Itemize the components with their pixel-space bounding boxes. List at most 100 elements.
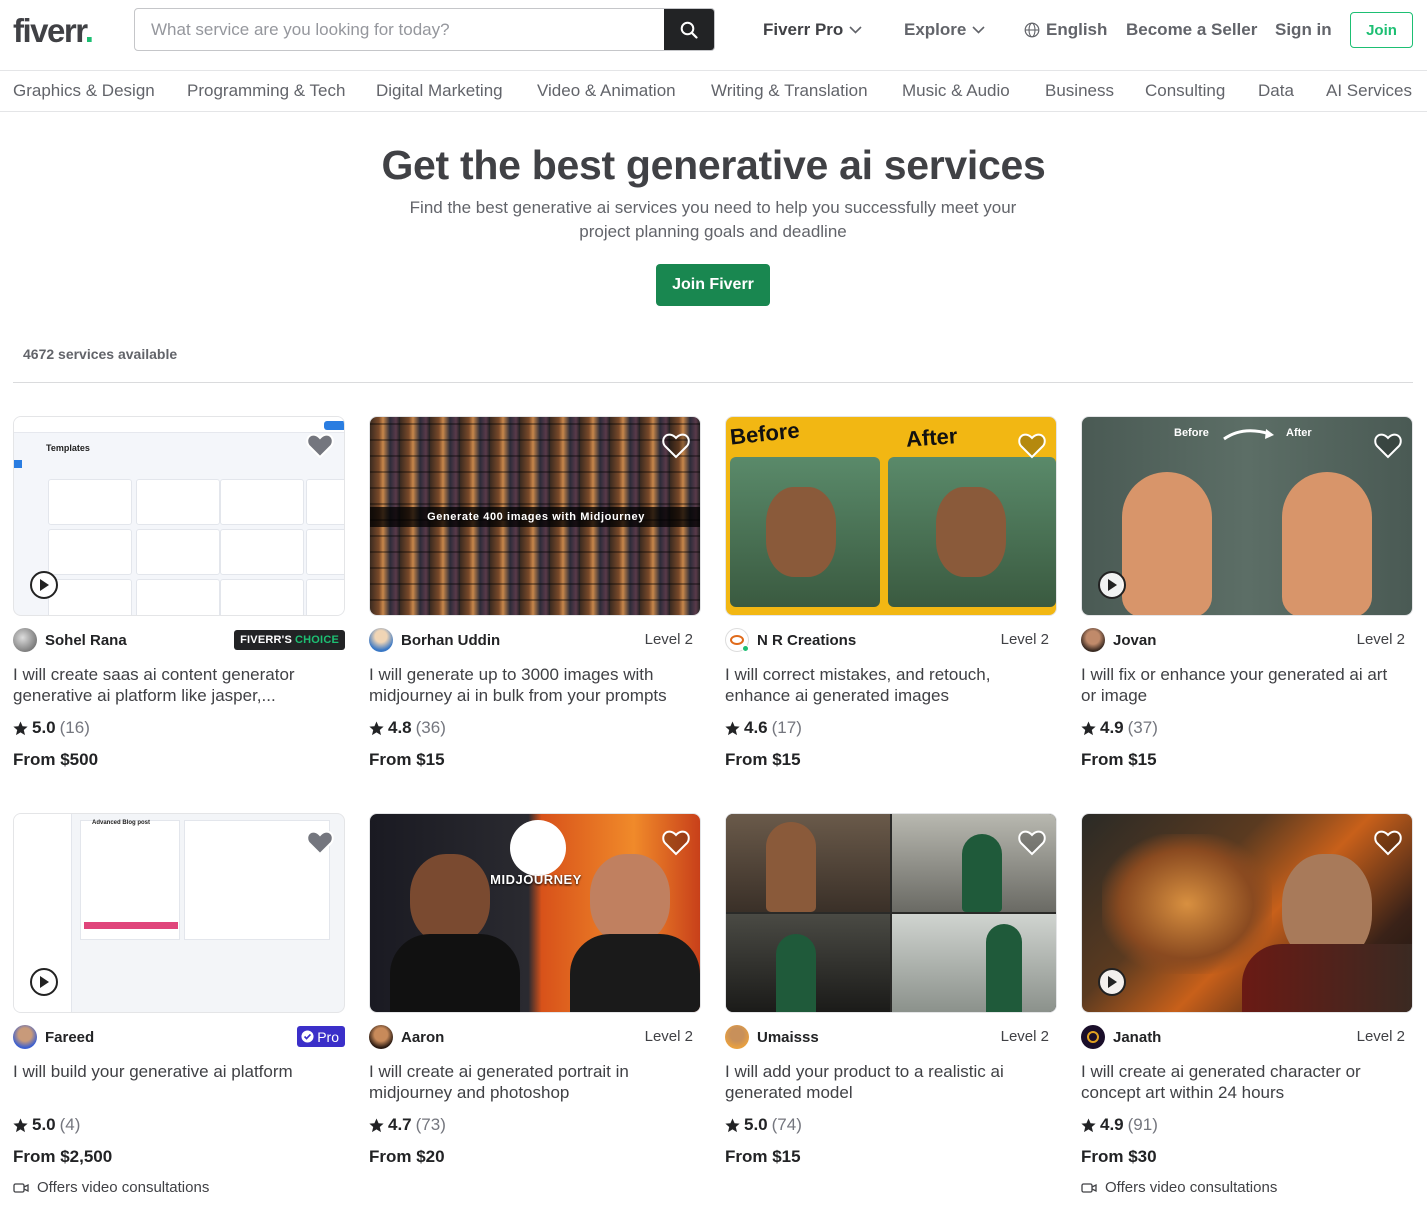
avatar[interactable] — [369, 628, 393, 652]
avatar[interactable] — [1081, 1025, 1105, 1049]
play-icon[interactable] — [1098, 968, 1126, 996]
seller-name[interactable]: Janath — [1113, 1029, 1161, 1046]
seller-name[interactable]: Borhan Uddin — [401, 632, 500, 649]
heart-icon[interactable] — [306, 830, 334, 856]
seller-name[interactable]: Sohel Rana — [45, 632, 127, 649]
gig-title[interactable]: I will correct mistakes, and retouch, en… — [725, 664, 1045, 706]
gig-thumbnail[interactable]: MIDJOURNEY — [369, 813, 701, 1013]
category-consulting[interactable]: Consulting — [1145, 81, 1225, 101]
heart-icon[interactable] — [1018, 830, 1046, 856]
rating-count: (73) — [415, 1115, 446, 1134]
star-icon — [13, 720, 28, 735]
search-bar — [134, 8, 715, 51]
thumb-heading: Templates — [46, 443, 90, 453]
chevron-down-icon — [972, 26, 985, 34]
rating-count: (74) — [771, 1115, 802, 1134]
rating: 4.9 (37) — [1081, 718, 1158, 738]
seller-name[interactable]: Fareed — [45, 1029, 94, 1046]
explore-menu[interactable]: Explore — [904, 20, 985, 40]
avatar[interactable] — [369, 1025, 393, 1049]
gig-thumbnail[interactable]: Before After — [725, 416, 1057, 616]
rating: 5.0 (16) — [13, 718, 90, 738]
category-ai-services[interactable]: AI Services — [1326, 81, 1412, 101]
thumb-after-label: After — [1286, 427, 1312, 439]
sign-in-link[interactable]: Sign in — [1275, 20, 1332, 40]
category-graphics-design[interactable]: Graphics & Design — [13, 81, 155, 101]
gig-title[interactable]: I will fix or enhance your generated ai … — [1081, 664, 1401, 706]
seller-level: Level 2 — [1000, 631, 1049, 648]
play-icon[interactable] — [30, 571, 58, 599]
gig-thumbnail[interactable]: Advanced Blog post — [13, 813, 345, 1013]
avatar[interactable] — [725, 628, 749, 652]
category-music-audio[interactable]: Music & Audio — [902, 81, 1010, 101]
verified-check-icon — [301, 1030, 314, 1043]
category-data[interactable]: Data — [1258, 81, 1294, 101]
gig-price: From $500 — [13, 750, 99, 769]
gig-title[interactable]: I will create ai generated character or … — [1081, 1061, 1401, 1103]
play-icon[interactable] — [1098, 571, 1126, 599]
category-programming-tech[interactable]: Programming & Tech — [187, 81, 345, 101]
seller-name[interactable]: N R Creations — [757, 632, 856, 649]
heart-icon[interactable] — [306, 433, 334, 459]
gig-price: From $15 — [369, 750, 445, 769]
become-seller-link[interactable]: Become a Seller — [1126, 20, 1257, 40]
globe-icon — [1024, 22, 1040, 38]
video-consultation-note: Offers video consultations — [13, 1179, 209, 1196]
play-icon[interactable] — [30, 968, 58, 996]
gig-thumbnail[interactable]: Templates — [13, 416, 345, 616]
gig-price: From $15 — [725, 750, 801, 769]
gig-thumbnail[interactable]: Before After — [1081, 416, 1413, 616]
category-digital-marketing[interactable]: Digital Marketing — [376, 81, 503, 101]
search-button[interactable] — [664, 9, 714, 50]
avatar[interactable] — [13, 628, 37, 652]
seller-name[interactable]: Jovan — [1113, 632, 1156, 649]
thumb-heading: Advanced Blog post — [92, 820, 151, 826]
heart-icon[interactable] — [1374, 433, 1402, 459]
join-fiverr-button[interactable]: Join Fiverr — [656, 264, 770, 306]
gig-title[interactable]: I will generate up to 3000 images with m… — [369, 664, 689, 706]
rating-count: (17) — [771, 718, 802, 737]
avatar[interactable] — [725, 1025, 749, 1049]
gig-title[interactable]: I will build your generative ai platform — [13, 1061, 333, 1082]
heart-icon[interactable] — [1374, 830, 1402, 856]
category-writing-translation[interactable]: Writing & Translation — [711, 81, 868, 101]
fiverr-pro-menu[interactable]: Fiverr Pro — [763, 20, 862, 40]
page-subtitle: Find the best generative ai services you… — [409, 198, 1017, 241]
gig-title[interactable]: I will add your product to a realistic a… — [725, 1061, 1045, 1103]
rating: 5.0 (4) — [13, 1115, 80, 1135]
category-business[interactable]: Business — [1045, 81, 1114, 101]
seller-info: Sohel Rana FIVERR'S CHOICE — [13, 628, 345, 652]
rating-score: 5.0 — [32, 718, 56, 737]
search-input[interactable] — [135, 9, 666, 50]
heart-icon[interactable] — [662, 433, 690, 459]
avatar[interactable] — [1081, 628, 1105, 652]
heart-icon[interactable] — [662, 830, 690, 856]
rating: 4.8 (36) — [369, 718, 446, 738]
rating-score: 4.9 — [1100, 718, 1124, 737]
star-icon — [13, 1117, 28, 1132]
rating-score: 4.6 — [744, 718, 768, 737]
thumb-after-label: After — [905, 423, 959, 452]
language-selector[interactable]: English — [1024, 20, 1107, 40]
gig-thumbnail[interactable] — [1081, 813, 1413, 1013]
gig-price: From $15 — [1081, 750, 1157, 769]
gig-thumbnail[interactable] — [725, 813, 1057, 1013]
avatar[interactable] — [13, 1025, 37, 1049]
seller-level: Level 2 — [644, 631, 693, 648]
seller-name[interactable]: Aaron — [401, 1029, 444, 1046]
top-header: fiverr. Fiverr Pro Explore English Becom… — [0, 0, 1427, 71]
heart-icon[interactable] — [1018, 433, 1046, 459]
gig-title[interactable]: I will create saas ai content generator … — [13, 664, 333, 706]
rating-score: 5.0 — [32, 1115, 56, 1134]
fiverr-logo[interactable]: fiverr. — [13, 12, 94, 50]
seller-info: Borhan Uddin Level 2 — [369, 628, 701, 652]
rating-count: (4) — [59, 1115, 81, 1134]
gig-thumbnail[interactable]: Generate 400 images with Midjourney — [369, 416, 701, 616]
category-video-animation[interactable]: Video & Animation — [537, 81, 676, 101]
chevron-down-icon — [849, 26, 862, 34]
join-button[interactable]: Join — [1350, 12, 1413, 48]
star-icon — [369, 1117, 384, 1132]
gig-title[interactable]: I will create ai generated portrait in m… — [369, 1061, 689, 1103]
seller-name[interactable]: Umaisss — [757, 1029, 819, 1046]
fiverrs-choice-badge: FIVERR'S CHOICE — [234, 630, 345, 650]
